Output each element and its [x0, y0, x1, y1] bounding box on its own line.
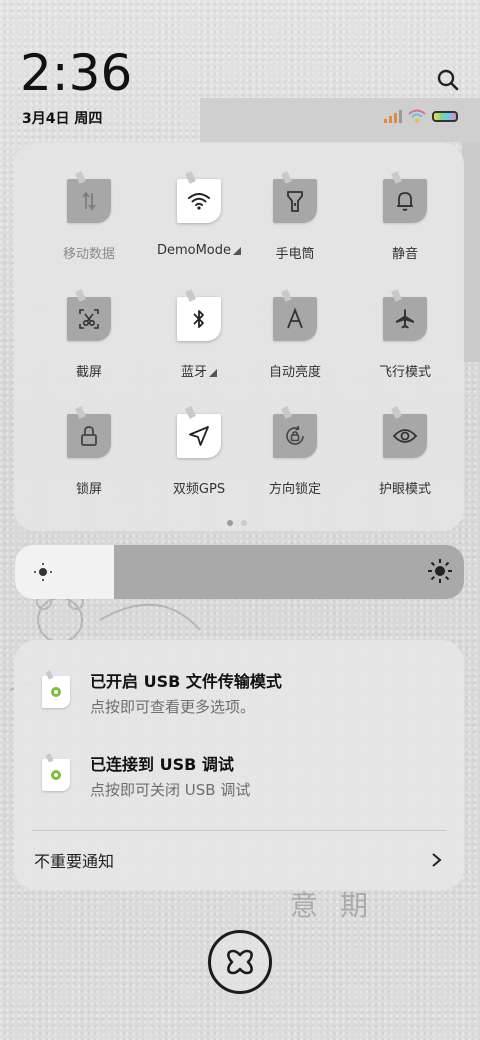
tile-gps[interactable]: 双频GPS [144, 388, 254, 506]
notification-usb-debug[interactable]: 已连接到 USB 调试 点按即可关闭 USB 调试 [14, 723, 464, 803]
tile-mobile-data[interactable]: 移动数据 [34, 153, 144, 271]
brightness-fill [15, 545, 114, 599]
clock-time: 2:36 [20, 44, 133, 102]
tile-label: 截屏 [75, 365, 102, 380]
wifi-status-icon [408, 109, 426, 123]
notification-subtitle: 点按即可查看更多选项。 [90, 698, 256, 716]
search-icon [437, 69, 459, 91]
notification-title: 已连接到 USB 调试 [90, 755, 234, 774]
tile-lock[interactable]: 锁屏 [34, 388, 144, 506]
tile-label: 自动亮度 [268, 365, 321, 380]
gps-icon [177, 406, 221, 458]
tile-airplane[interactable]: 飞行模式 [350, 271, 460, 389]
bell-icon [383, 171, 427, 223]
clear-all-button[interactable] [208, 930, 272, 994]
quick-settings-panel: 移动数据 DemoMode 手电筒 静音截屏 蓝牙 自动亮度 飞行模式锁屏 双频GPS 方向锁定… [14, 143, 464, 531]
page-dot [241, 520, 247, 526]
tile-label: 飞行模式 [378, 365, 431, 380]
tile-label: 锁屏 [75, 482, 102, 497]
brightness-slider[interactable] [15, 545, 464, 599]
brightness-high-icon [428, 559, 452, 583]
tile-label: 方向锁定 [268, 482, 321, 497]
android-settings-icon [42, 753, 70, 791]
wallpaper-edge [462, 142, 480, 362]
tile-eye[interactable]: 护眼模式 [350, 388, 460, 506]
tile-bell[interactable]: 静音 [350, 153, 460, 271]
chevron-right-icon [432, 853, 442, 867]
page-indicator [227, 520, 247, 526]
tile-label: 蓝牙 [144, 361, 254, 380]
status-bar-icons [384, 109, 458, 123]
lock-icon [67, 406, 111, 458]
unimportant-notifications-label: 不重要通知 [34, 852, 115, 871]
tile-label: 护眼模式 [378, 482, 431, 497]
brightness-low-icon [34, 563, 52, 581]
tile-screenshot[interactable]: 截屏 [34, 271, 144, 389]
notification-title: 已开启 USB 文件传输模式 [90, 672, 282, 691]
rotation-lock-icon [273, 406, 317, 458]
search-button[interactable] [432, 64, 464, 96]
page-dot-active [227, 520, 233, 526]
notification-subtitle: 点按即可关闭 USB 调试 [90, 781, 251, 799]
wifi-icon [177, 171, 221, 223]
tile-label: 移动数据 [62, 247, 115, 262]
auto-brightness-icon [273, 289, 317, 341]
battery-icon [432, 110, 458, 122]
tile-label: 双频GPS [172, 482, 226, 497]
tile-rotation-lock[interactable]: 方向锁定 [240, 388, 350, 506]
airplane-icon [383, 289, 427, 341]
tile-auto-brightness[interactable]: 自动亮度 [240, 271, 350, 389]
wallpaper-text: 意期 [290, 889, 391, 922]
screenshot-icon [67, 289, 111, 341]
mobile-data-icon [67, 171, 111, 223]
tile-flashlight[interactable]: 手电筒 [240, 153, 350, 271]
flashlight-icon [273, 171, 317, 223]
bluetooth-icon [177, 289, 221, 341]
unimportant-notifications-row[interactable]: 不重要通知 [14, 832, 464, 888]
android-settings-icon [42, 670, 70, 708]
clock-date: 3月4日 周四 [22, 111, 103, 127]
eye-icon [383, 406, 427, 458]
tile-wifi[interactable]: DemoMode [144, 153, 254, 271]
tile-label: 手电筒 [275, 247, 315, 262]
tile-bluetooth[interactable]: 蓝牙 [144, 271, 254, 389]
notification-panel: 已开启 USB 文件传输模式 点按即可查看更多选项。 已连接到 USB 调试 点… [14, 640, 464, 890]
notification-usb-transfer[interactable]: 已开启 USB 文件传输模式 点按即可查看更多选项。 [14, 640, 464, 720]
tile-label: 静音 [391, 247, 418, 262]
signal-icon [384, 109, 402, 123]
expand-triangle-icon [209, 369, 217, 377]
clear-icon [227, 949, 253, 975]
divider [32, 830, 446, 831]
tile-label: DemoMode [144, 243, 254, 258]
